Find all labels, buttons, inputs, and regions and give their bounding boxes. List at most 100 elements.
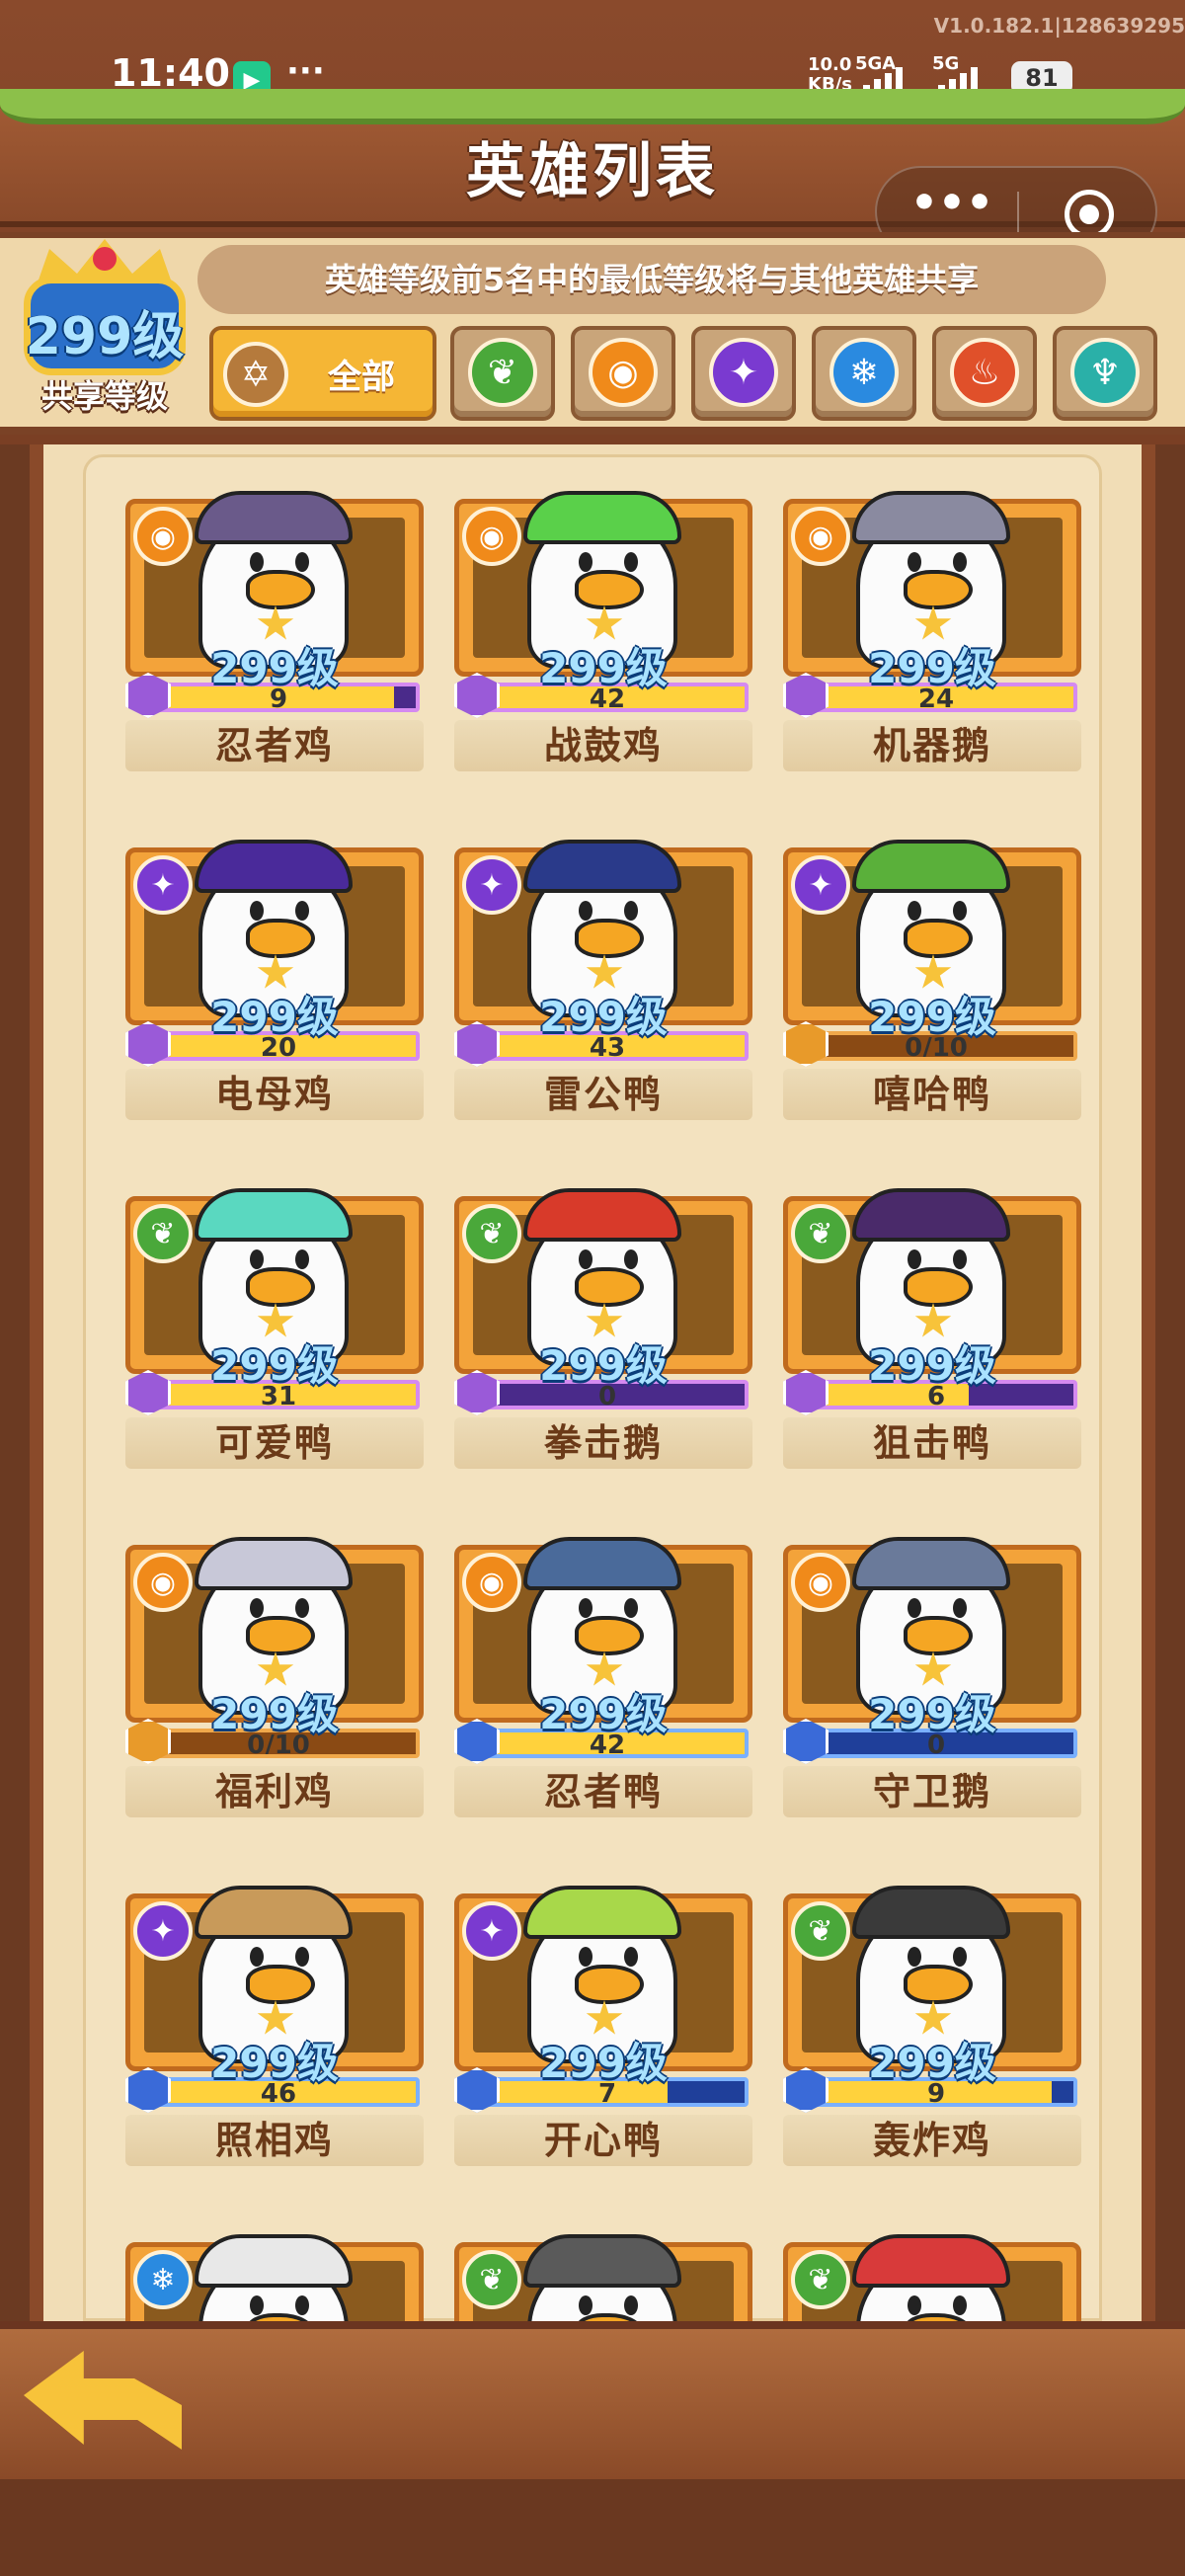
hero-headgear bbox=[195, 1188, 353, 1242]
hero-headgear bbox=[852, 1886, 1010, 1939]
hero-avatar bbox=[846, 2214, 1016, 2321]
duck-eye bbox=[953, 1947, 967, 1967]
duck-bill bbox=[575, 919, 644, 958]
hero-card[interactable]: ◉ 299级 0/10 福利鸡 bbox=[125, 1523, 424, 1829]
shadow-element-icon: ✦ bbox=[462, 1901, 521, 1961]
hero-name: 照相鸡 bbox=[125, 2115, 424, 2166]
hero-card[interactable]: ❦ bbox=[783, 2220, 1081, 2321]
duck-bill bbox=[904, 1616, 973, 1655]
hero-level: 299级 bbox=[868, 993, 996, 1041]
all-elements-icon: ✡ bbox=[223, 342, 288, 407]
hero-card[interactable]: ❦ bbox=[454, 2220, 752, 2321]
tab-all-label: 全部 bbox=[328, 358, 395, 397]
frost-icon: ❄ bbox=[830, 338, 899, 407]
duck-bill bbox=[575, 1267, 644, 1307]
hero-name: 雷公鸭 bbox=[454, 1069, 752, 1120]
hero-name: 开心鸭 bbox=[454, 2115, 752, 2166]
duck-eye bbox=[250, 2295, 264, 2315]
capsule-divider bbox=[1017, 192, 1019, 235]
hero-level: 299级 bbox=[210, 1690, 339, 1738]
duck-eye bbox=[908, 1598, 921, 1618]
hero-card[interactable]: ◉ 299级 24 机器鹅 bbox=[783, 477, 1081, 783]
hero-headgear bbox=[195, 1537, 353, 1590]
crown-gem-icon bbox=[93, 247, 117, 271]
nature-icon: ❦ bbox=[468, 338, 537, 407]
hero-name: 轰炸鸡 bbox=[783, 2115, 1081, 2166]
hero-level: 299级 bbox=[210, 2039, 339, 2087]
hero-card[interactable]: ❦ 299级 6 狙击鸭 bbox=[783, 1174, 1081, 1481]
hero-card[interactable]: ✦ 299级 20 电母鸡 bbox=[125, 826, 424, 1132]
hero-name: 忍者鸭 bbox=[454, 1766, 752, 1817]
hero-card[interactable]: ◉ 299级 42 战鼓鸡 bbox=[454, 477, 752, 783]
hero-name: 嘻哈鸭 bbox=[783, 1069, 1081, 1120]
more-notifications-icon: ··· bbox=[286, 51, 325, 91]
duck-eye bbox=[295, 1249, 309, 1269]
hero-card[interactable]: ✦ 299级 43 雷公鸭 bbox=[454, 826, 752, 1132]
duck-eye bbox=[295, 901, 309, 921]
back-button[interactable] bbox=[24, 2351, 182, 2450]
sun-icon: ◉ bbox=[589, 338, 658, 407]
duck-eye bbox=[624, 901, 638, 921]
duck-eye bbox=[250, 552, 264, 572]
more-menu-button[interactable]: ••• bbox=[905, 182, 999, 235]
hero-headgear bbox=[523, 1188, 681, 1242]
hero-name: 拳击鹅 bbox=[454, 1417, 752, 1469]
system-nav-bar bbox=[0, 2479, 1185, 2576]
hero-card[interactable]: ✦ 299级 7 开心鸭 bbox=[454, 1872, 752, 2178]
hero-card[interactable]: ❦ 299级 0 拳击鹅 bbox=[454, 1174, 752, 1481]
hero-card[interactable]: ✦ 299级 0/10 嘻哈鸭 bbox=[783, 826, 1081, 1132]
duck-eye bbox=[908, 1249, 921, 1269]
hero-level: 299级 bbox=[539, 1690, 668, 1738]
hero-card[interactable]: ◉ 299级 0 守卫鹅 bbox=[783, 1523, 1081, 1829]
hero-headgear bbox=[523, 840, 681, 893]
duck-eye bbox=[624, 1947, 638, 1967]
tab-nature[interactable]: ❦ bbox=[450, 326, 555, 421]
hero-level: 299级 bbox=[868, 644, 996, 692]
tab-fire[interactable]: ♨ bbox=[932, 326, 1037, 421]
hero-headgear bbox=[852, 840, 1010, 893]
nature-element-icon: ❦ bbox=[462, 2250, 521, 2309]
duck-eye bbox=[579, 1249, 592, 1269]
tab-water[interactable]: ♆ bbox=[1053, 326, 1157, 421]
hero-card[interactable]: ❦ 299级 9 轰炸鸡 bbox=[783, 1872, 1081, 2178]
duck-eye bbox=[953, 1598, 967, 1618]
duck-eye bbox=[908, 1947, 921, 1967]
duck-bill bbox=[904, 570, 973, 609]
hero-headgear bbox=[523, 1537, 681, 1590]
duck-eye bbox=[579, 2295, 592, 2315]
hero-card[interactable]: ❦ 299级 31 可爱鸭 bbox=[125, 1174, 424, 1481]
hero-card[interactable]: ✦ 299级 46 照相鸡 bbox=[125, 1872, 424, 2178]
tab-shadow[interactable]: ✦ bbox=[691, 326, 796, 421]
hero-level: 299级 bbox=[210, 644, 339, 692]
duck-bill bbox=[904, 1965, 973, 2004]
hero-avatar bbox=[189, 2214, 358, 2321]
shared-level-notice: 英雄等级前5名中的最低等级将与其他英雄共享 bbox=[198, 245, 1106, 314]
hero-name: 福利鸡 bbox=[125, 1766, 424, 1817]
shadow-element-icon: ✦ bbox=[133, 1901, 193, 1961]
frost-element-icon: ❄ bbox=[133, 2250, 193, 2309]
sun-element-icon: ◉ bbox=[133, 1553, 193, 1612]
duck-bill bbox=[575, 570, 644, 609]
duck-eye bbox=[579, 1947, 592, 1967]
duck-eye bbox=[624, 552, 638, 572]
sun-element-icon: ◉ bbox=[462, 1553, 521, 1612]
hero-card[interactable]: ❄ bbox=[125, 2220, 424, 2321]
hero-headgear bbox=[852, 491, 1010, 544]
tab-all[interactable]: ✡ 全部 bbox=[209, 326, 436, 421]
duck-eye bbox=[953, 552, 967, 572]
hero-level: 299级 bbox=[539, 644, 668, 692]
hero-headgear bbox=[523, 1886, 681, 1939]
duck-eye bbox=[295, 1598, 309, 1618]
hero-card[interactable]: ◉ 299级 9 忍者鸡 bbox=[125, 477, 424, 783]
sun-element-icon: ◉ bbox=[133, 507, 193, 566]
duck-eye bbox=[250, 901, 264, 921]
tab-sun[interactable]: ◉ bbox=[571, 326, 675, 421]
hero-level: 299级 bbox=[539, 993, 668, 1041]
hero-card[interactable]: ◉ 299级 42 忍者鸭 bbox=[454, 1523, 752, 1829]
shadow-icon: ✦ bbox=[709, 338, 778, 407]
hero-name: 机器鹅 bbox=[783, 720, 1081, 771]
duck-eye bbox=[953, 901, 967, 921]
tab-frost[interactable]: ❄ bbox=[812, 326, 916, 421]
hero-board[interactable]: ◉ 299级 9 忍者鸡 ◉ 299级 42 战鼓鸡 ◉ 299级 24 机器鹅 ✦ 299级 20 电母鸡 ✦… bbox=[30, 444, 1155, 2321]
duck-eye bbox=[953, 1249, 967, 1269]
